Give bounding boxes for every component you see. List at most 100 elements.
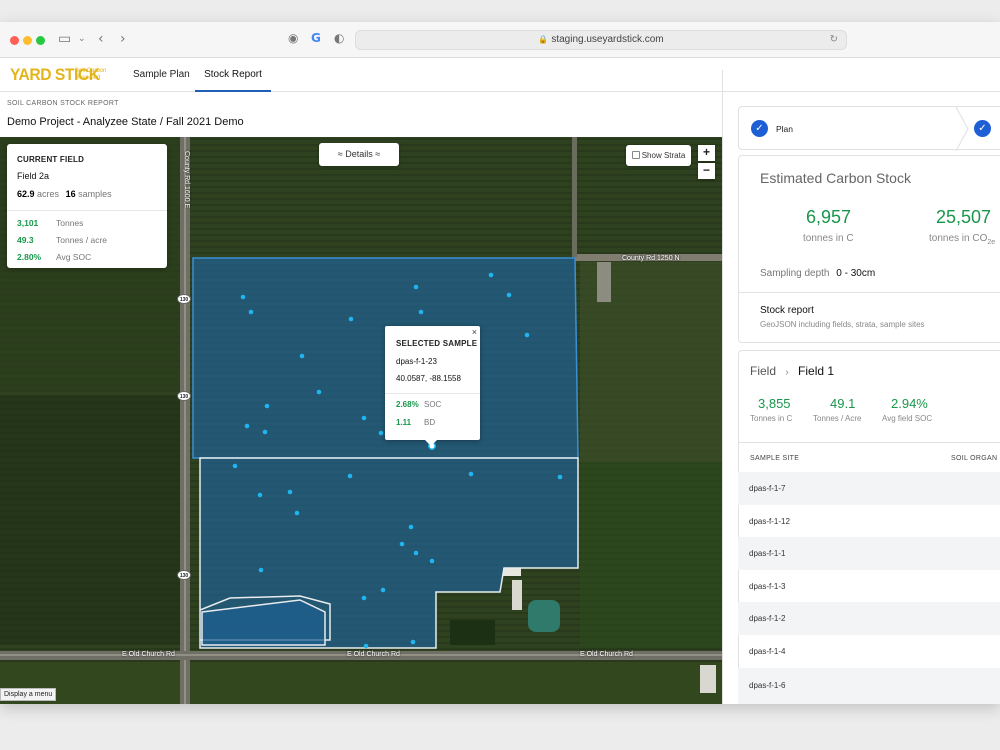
route-shield: 130 — [177, 294, 191, 304]
browser-toolbar: ▭ ⌄ ‹ › ◉ G ◐ 🔒 staging.useyardstick.com … — [0, 22, 1000, 58]
road-label: E Old Church Rd — [580, 651, 633, 658]
breadcrumb-root[interactable]: Field — [750, 364, 776, 378]
map-view[interactable]: County Rd 1600 E County Rd 1250 N E Old … — [0, 137, 722, 704]
card-divider — [7, 210, 167, 211]
shield-icon[interactable]: ◐ — [334, 31, 344, 45]
sample-coords: 40.0587, -88.1558 — [396, 374, 461, 383]
table-row[interactable]: dpas-f-1-12 — [738, 505, 1000, 538]
back-icon[interactable]: ‹ — [98, 31, 104, 47]
estimated-stock-card: Estimated Carbon Stock 6,957 tonnes in C… — [738, 155, 1000, 343]
tonnes-label: Tonnes — [56, 218, 84, 228]
bd-value: 1.11 — [396, 418, 412, 427]
sample-bd: 1.11 BD — [396, 418, 435, 427]
minimize-window-button[interactable] — [23, 36, 32, 45]
table-row[interactable]: dpas-f-1-3 — [738, 570, 1000, 603]
chevron-down-icon[interactable]: ⌄ — [78, 34, 86, 44]
stock-report-desc: GeoJSON including fields, strata, sample… — [760, 320, 925, 329]
table-row[interactable]: dpas-f-1-6 — [738, 668, 1000, 704]
card-heading: CURRENT FIELD — [17, 155, 85, 164]
tab-sample-plan[interactable]: Sample Plan — [133, 58, 190, 92]
field-avg-soc: 2.94% — [891, 396, 928, 411]
tonnes-per-acre-value: 49.3 — [17, 235, 34, 245]
chevron-up-icon: ≈ — [337, 149, 343, 159]
co2-unit: tonnes in CO2e — [929, 233, 996, 246]
details-button[interactable]: ≈ Details ≈ — [319, 143, 399, 166]
popup-heading: SELECTED SAMPLE — [396, 339, 478, 348]
current-field-card: CURRENT FIELD Field 2a 62.9 acres 16 sam… — [7, 144, 167, 268]
field-tonnes-acre-label: Tonnes / Acre — [813, 414, 862, 423]
check-icon: ✓ — [974, 120, 991, 137]
logo-tagline-2: Revealed — [75, 75, 101, 81]
card-divider — [739, 442, 1000, 443]
depth-value: 0 - 30cm — [836, 268, 876, 279]
sample-id: dpas-f-1-23 — [396, 357, 437, 366]
acres-unit: acres — [37, 189, 60, 199]
step-chevron — [955, 107, 969, 151]
estimate-title: Estimated Carbon Stock — [760, 170, 911, 186]
close-icon[interactable]: × — [472, 327, 477, 337]
close-window-button[interactable] — [10, 36, 19, 45]
field-stats: 62.9 acres 16 samples — [17, 189, 112, 199]
url-text: staging.useyardstick.com — [551, 34, 664, 45]
col-header-site: SAMPLE SITE — [750, 455, 800, 462]
page-title: Demo Project - Analyzee State / Fall 202… — [7, 116, 244, 128]
step-plan[interactable]: Plan — [776, 124, 793, 134]
field-tonnes-c-label: Tonnes in C — [750, 414, 793, 423]
logo-tagline: Soil Carbon Revealed — [75, 68, 115, 82]
sidebar-toggle-icon[interactable]: ▭ — [58, 31, 71, 47]
samples-unit: samples — [78, 189, 112, 199]
sample-soc: 2.68% SOC — [396, 400, 441, 409]
road-label: E Old Church Rd — [347, 651, 400, 658]
stock-report-link[interactable]: Stock report — [760, 305, 814, 316]
field-tonnes-acre: 49.1 — [830, 396, 856, 411]
forward-icon[interactable]: › — [120, 31, 126, 47]
route-shield: 130 — [177, 391, 191, 401]
table-row[interactable]: dpas-f-1-4 — [738, 635, 1000, 668]
logo-tagline-1: Soil Carbon — [75, 68, 107, 74]
breadcrumb-current: Field 1 — [798, 364, 835, 378]
samples-value: 16 — [65, 189, 76, 199]
popup-divider — [385, 393, 480, 394]
progress-steps: ✓ Plan ✓ — [738, 106, 1000, 151]
strata-checkbox[interactable] — [631, 151, 640, 159]
strata-label: Show Strata — [641, 151, 686, 160]
breadcrumb: Field › Field 1 — [750, 364, 834, 378]
road-label: E Old Church Rd — [122, 651, 175, 658]
road-label: County Rd 1600 E — [183, 151, 190, 209]
soc-label: SOC — [424, 400, 442, 409]
zoom-window-button[interactable] — [36, 36, 45, 45]
display-menu-tooltip: Display a menu — [0, 688, 57, 701]
field-name: Field 2a — [17, 171, 50, 181]
chevron-up-icon: ≈ — [375, 149, 381, 159]
show-strata-toggle[interactable]: Show Strata — [626, 145, 691, 166]
google-icon[interactable]: G — [311, 31, 321, 45]
selected-sample-popup: × SELECTED SAMPLE dpas-f-1-23 40.0587, -… — [385, 326, 480, 446]
tab-stock-report[interactable]: Stock Report — [195, 58, 271, 92]
tonnes-value: 3,101 — [17, 218, 39, 228]
road-label: County Rd 1250 N — [622, 255, 680, 262]
table-row[interactable]: dpas-f-1-1 — [738, 537, 1000, 570]
app-header: YARD STICK Soil Carbon Revealed Sample Pl… — [0, 58, 1000, 92]
lock-icon: 🔒 — [538, 35, 549, 44]
sampling-depth: Sampling depth 0 - 30cm — [760, 268, 875, 279]
panel-divider — [722, 70, 723, 704]
details-label: Details — [345, 149, 373, 159]
section-label: SOIL CARBON STOCK REPORT — [7, 100, 119, 107]
zoom-in-button[interactable]: + — [698, 145, 715, 161]
table-row[interactable]: dpas-f-1-2 — [738, 602, 1000, 635]
field-avg-soc-label: Avg field SOC — [882, 414, 933, 423]
soc-value: 2.68% — [396, 400, 419, 409]
co2-value: 25,507 — [936, 207, 992, 227]
extension-icon[interactable]: ◉ — [288, 31, 298, 45]
route-shield: 130 — [177, 570, 191, 580]
carbon-value: 6,957 — [806, 207, 852, 227]
reload-icon[interactable]: ↻ — [830, 31, 838, 49]
acres-value: 62.9 — [17, 189, 35, 199]
avg-soc-value: 2.80% — [17, 252, 42, 262]
chevron-right-icon: › — [785, 367, 789, 378]
field-metrics: 3,101 Tonnes 49.3 Tonnes / acre 2.80% Avg S… — [17, 215, 107, 266]
zoom-out-button[interactable]: − — [698, 163, 715, 179]
col-header-organic: SOIL ORGAN — [951, 455, 998, 462]
url-bar[interactable]: 🔒 staging.useyardstick.com ↻ — [355, 30, 847, 50]
table-row[interactable]: dpas-f-1-7 — [738, 472, 1000, 505]
